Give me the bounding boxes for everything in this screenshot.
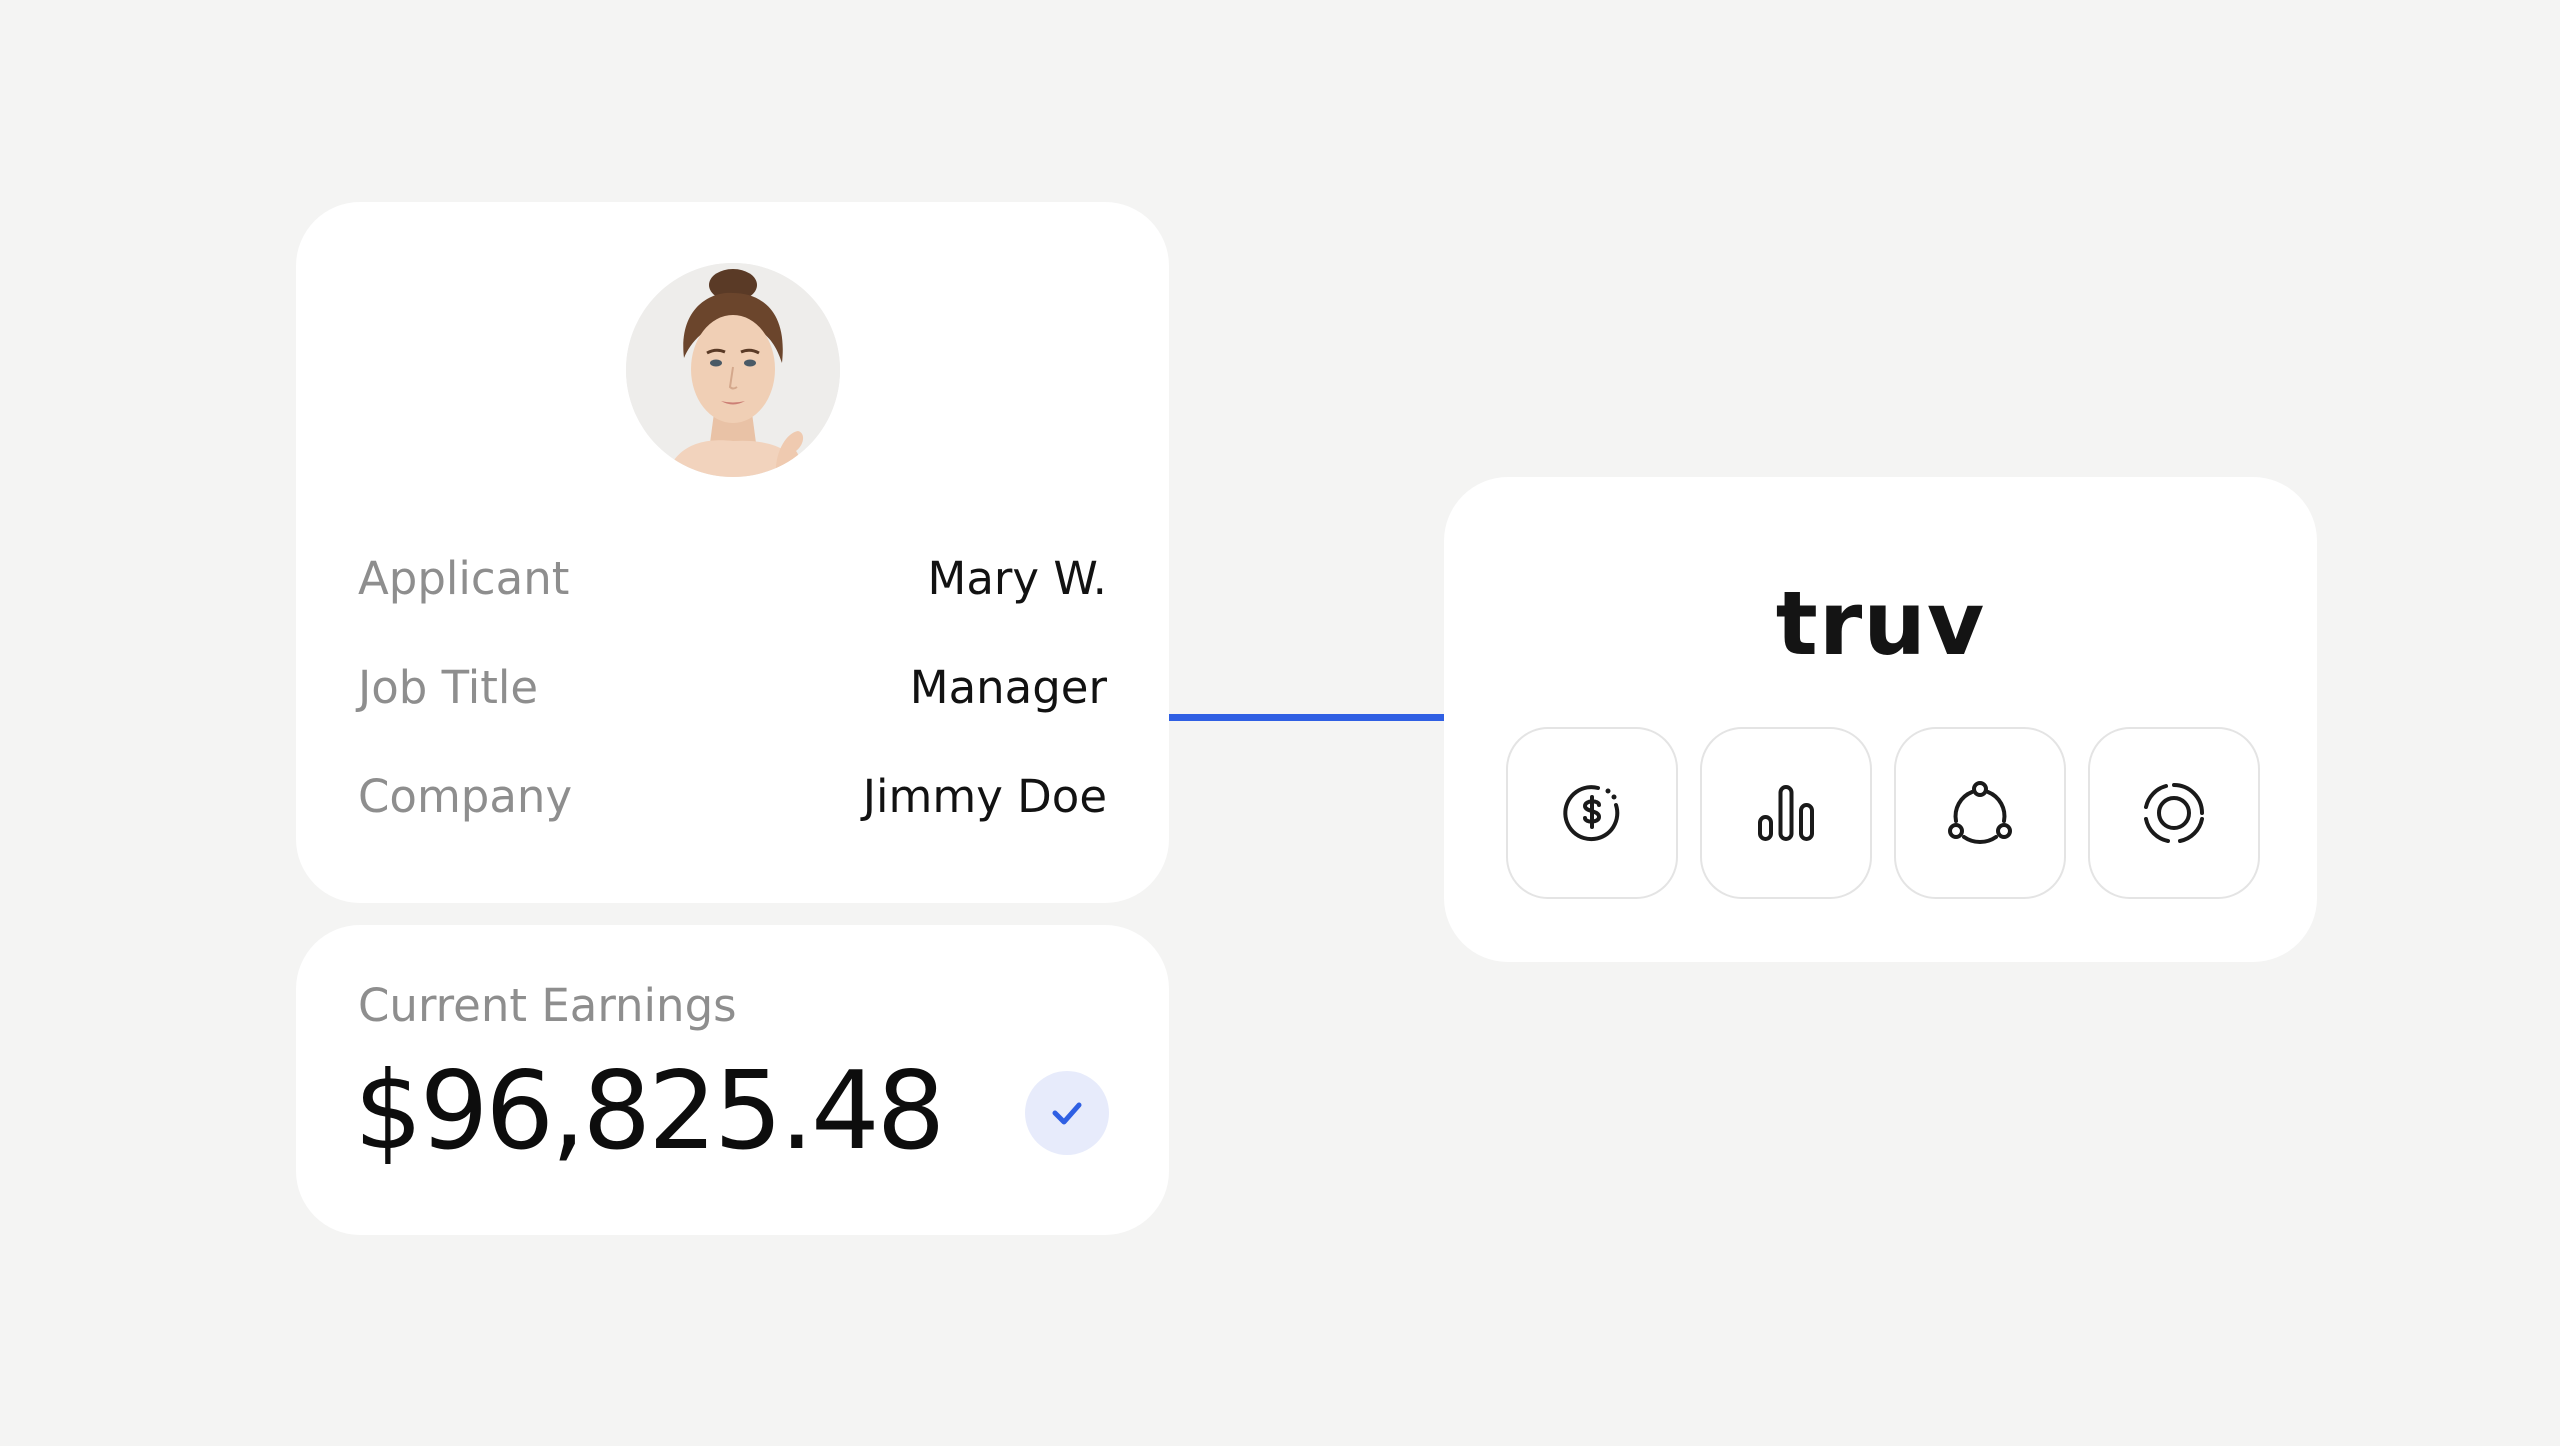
check-icon: [1052, 1102, 1082, 1125]
applicant-profile-card: Applicant Mary W. Job Title Manager Comp…: [296, 202, 1169, 903]
network-button[interactable]: [1894, 727, 2066, 899]
truv-feature-icons: [1506, 727, 2260, 899]
company-value: Jimmy Doe: [862, 769, 1107, 823]
income-button[interactable]: [1506, 727, 1678, 899]
company-row: Company Jimmy Doe: [358, 764, 1107, 828]
connector-line: [1169, 714, 1444, 721]
earnings-label: Current Earnings: [358, 979, 737, 1032]
job-title-row: Job Title Manager: [358, 655, 1107, 719]
earnings-card: Current Earnings $96,825.48: [296, 925, 1169, 1235]
applicant-row: Applicant Mary W.: [358, 546, 1107, 610]
job-title-value: Manager: [909, 660, 1107, 714]
target-ring-icon: [2144, 783, 2204, 843]
target-button[interactable]: [2088, 727, 2260, 899]
truv-card: truv: [1444, 477, 2317, 962]
verified-badge: [1025, 1071, 1109, 1155]
avatar-portrait-image: [626, 263, 840, 477]
network-icon: [1948, 781, 2012, 845]
dollar-cycle-icon: [1563, 785, 1620, 842]
applicant-label: Applicant: [358, 551, 570, 605]
bar-chart-icon: [1758, 785, 1814, 841]
analytics-button[interactable]: [1700, 727, 1872, 899]
job-title-label: Job Title: [358, 660, 539, 714]
truv-logo: truv: [1775, 572, 1986, 675]
applicant-avatar: [626, 263, 840, 477]
company-label: Company: [358, 769, 573, 823]
earnings-value: $96,825.48: [354, 1049, 945, 1174]
applicant-value: Mary W.: [927, 551, 1107, 605]
